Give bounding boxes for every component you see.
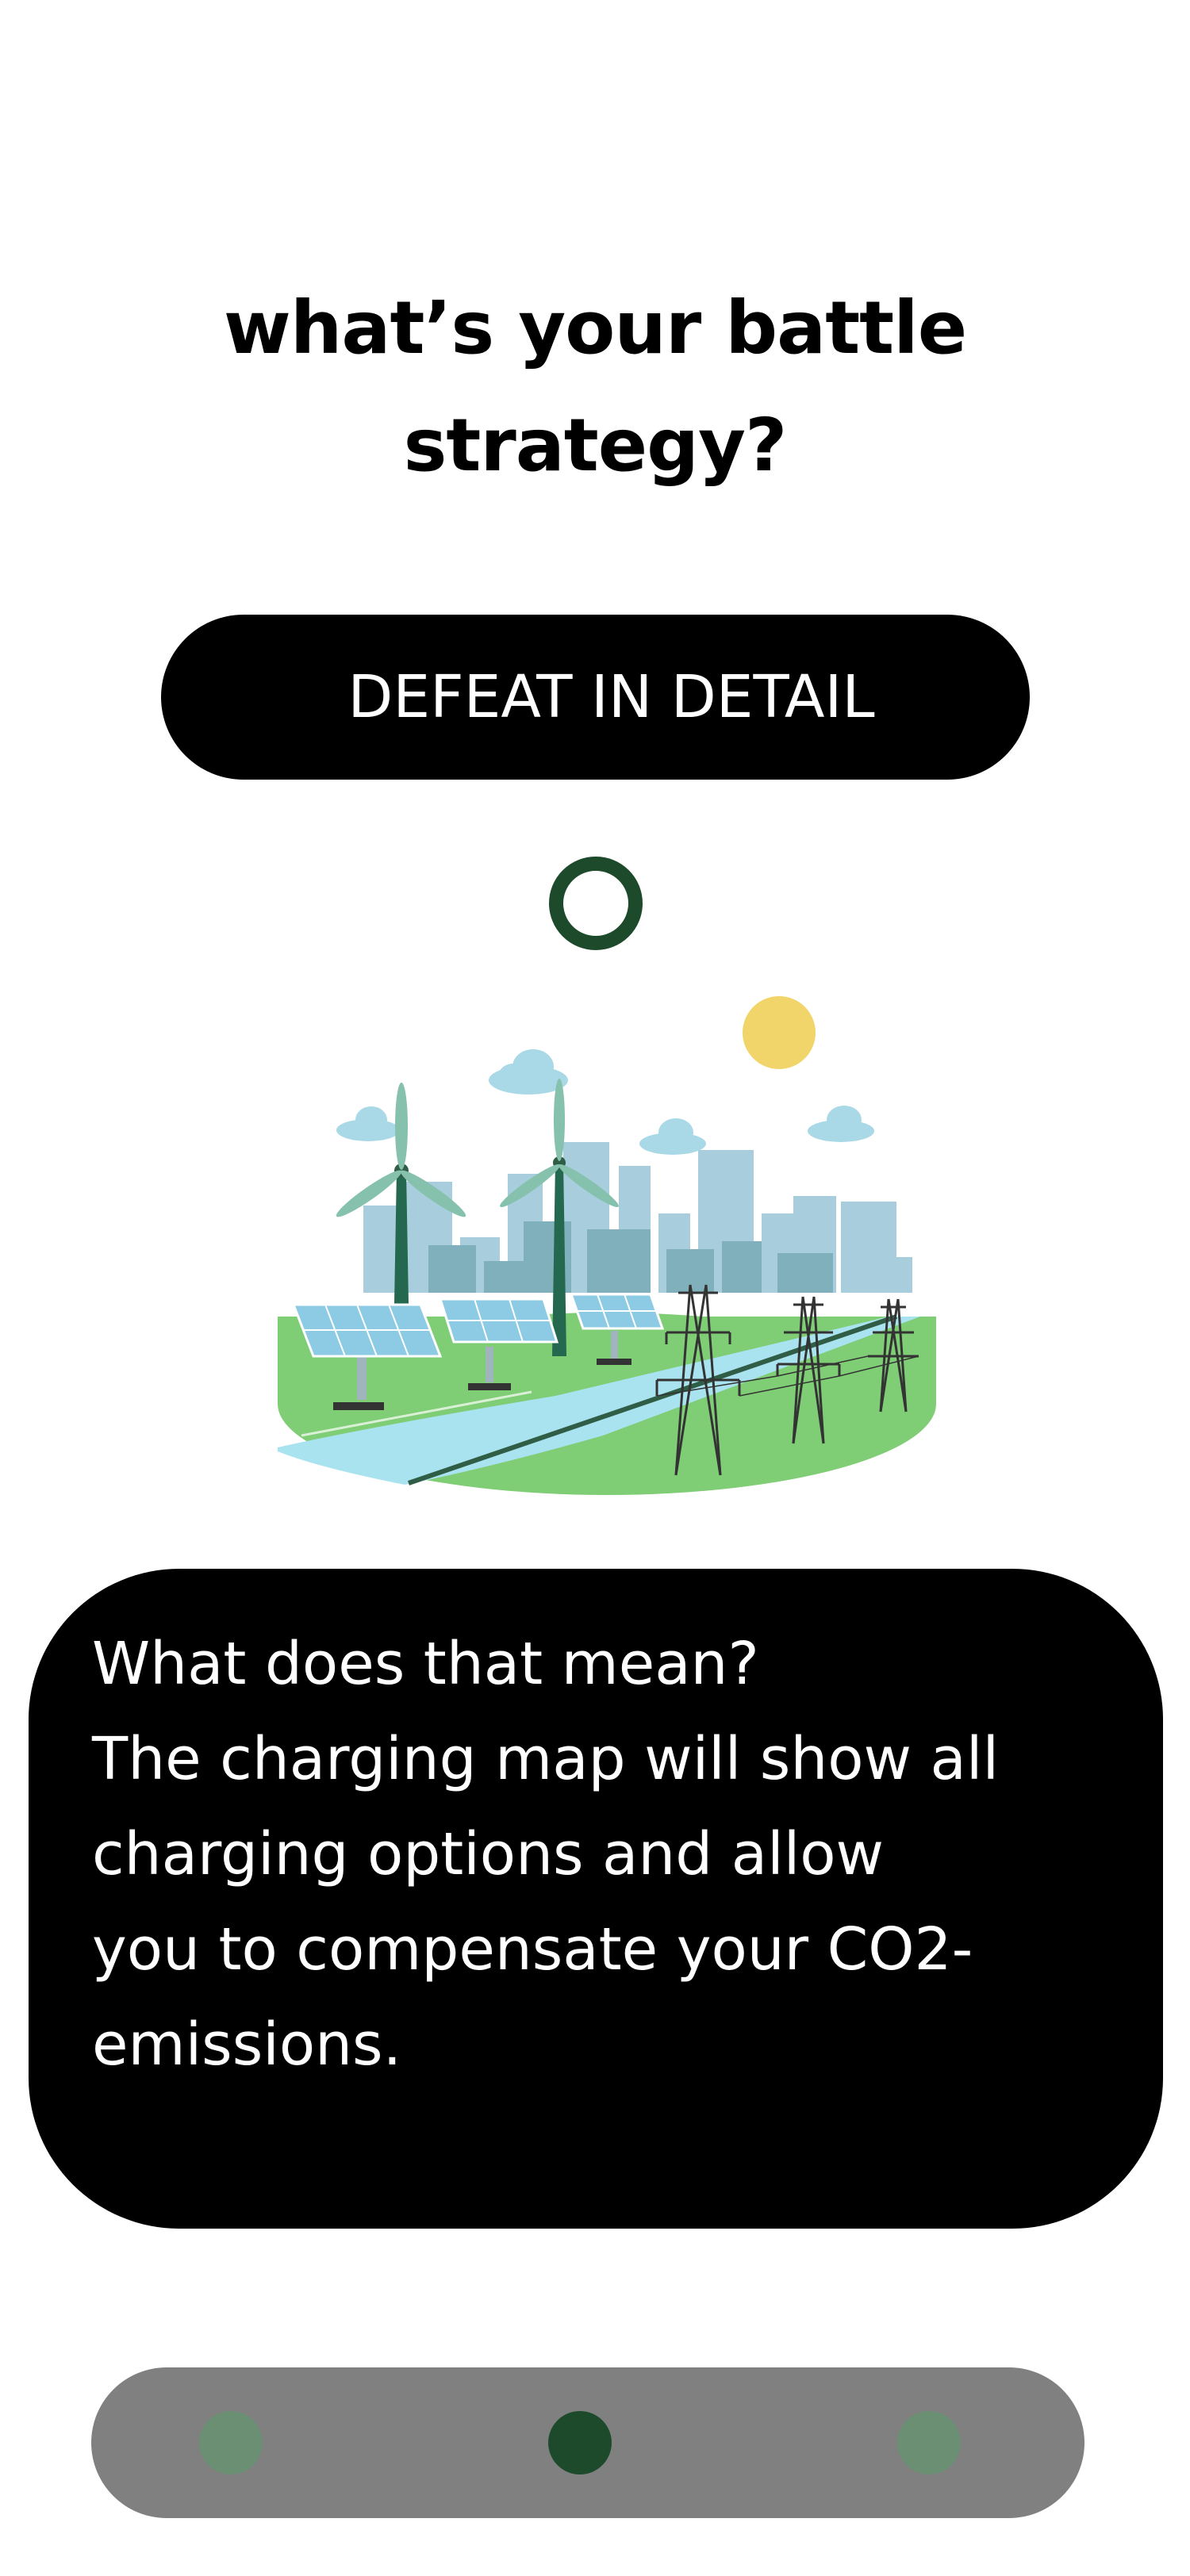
- page-dot[interactable]: [199, 2411, 263, 2474]
- sun-icon: [743, 996, 816, 1069]
- strategy-button[interactable]: DEFEAT IN DETAIL: [161, 615, 1030, 780]
- page-dot[interactable]: [897, 2411, 961, 2474]
- info-card-line: charging options and allow: [92, 1820, 885, 1888]
- renewable-energy-city-illustration: [278, 996, 936, 1495]
- cloud-icon: [808, 1106, 874, 1142]
- selection-ring-icon[interactable]: [549, 857, 643, 950]
- page-dot-active[interactable]: [548, 2411, 612, 2474]
- page-indicator: [91, 2367, 1084, 2518]
- cloud-icon: [336, 1106, 400, 1141]
- page-title-line-1: what’s your battle: [223, 286, 967, 370]
- info-card-line: What does that mean?: [92, 1630, 759, 1698]
- info-card: What does that mean? The charging map wi…: [29, 1569, 1163, 2229]
- info-card-line: emissions.: [92, 2011, 402, 2079]
- cloud-icon: [639, 1118, 706, 1155]
- page-title-line-2: strategy?: [403, 403, 788, 488]
- info-card-line: The charging map will show all: [92, 1725, 1000, 1793]
- page-title: what’s your battle strategy?: [0, 270, 1190, 504]
- info-card-line: you to compensate your CO2-: [92, 1915, 973, 1984]
